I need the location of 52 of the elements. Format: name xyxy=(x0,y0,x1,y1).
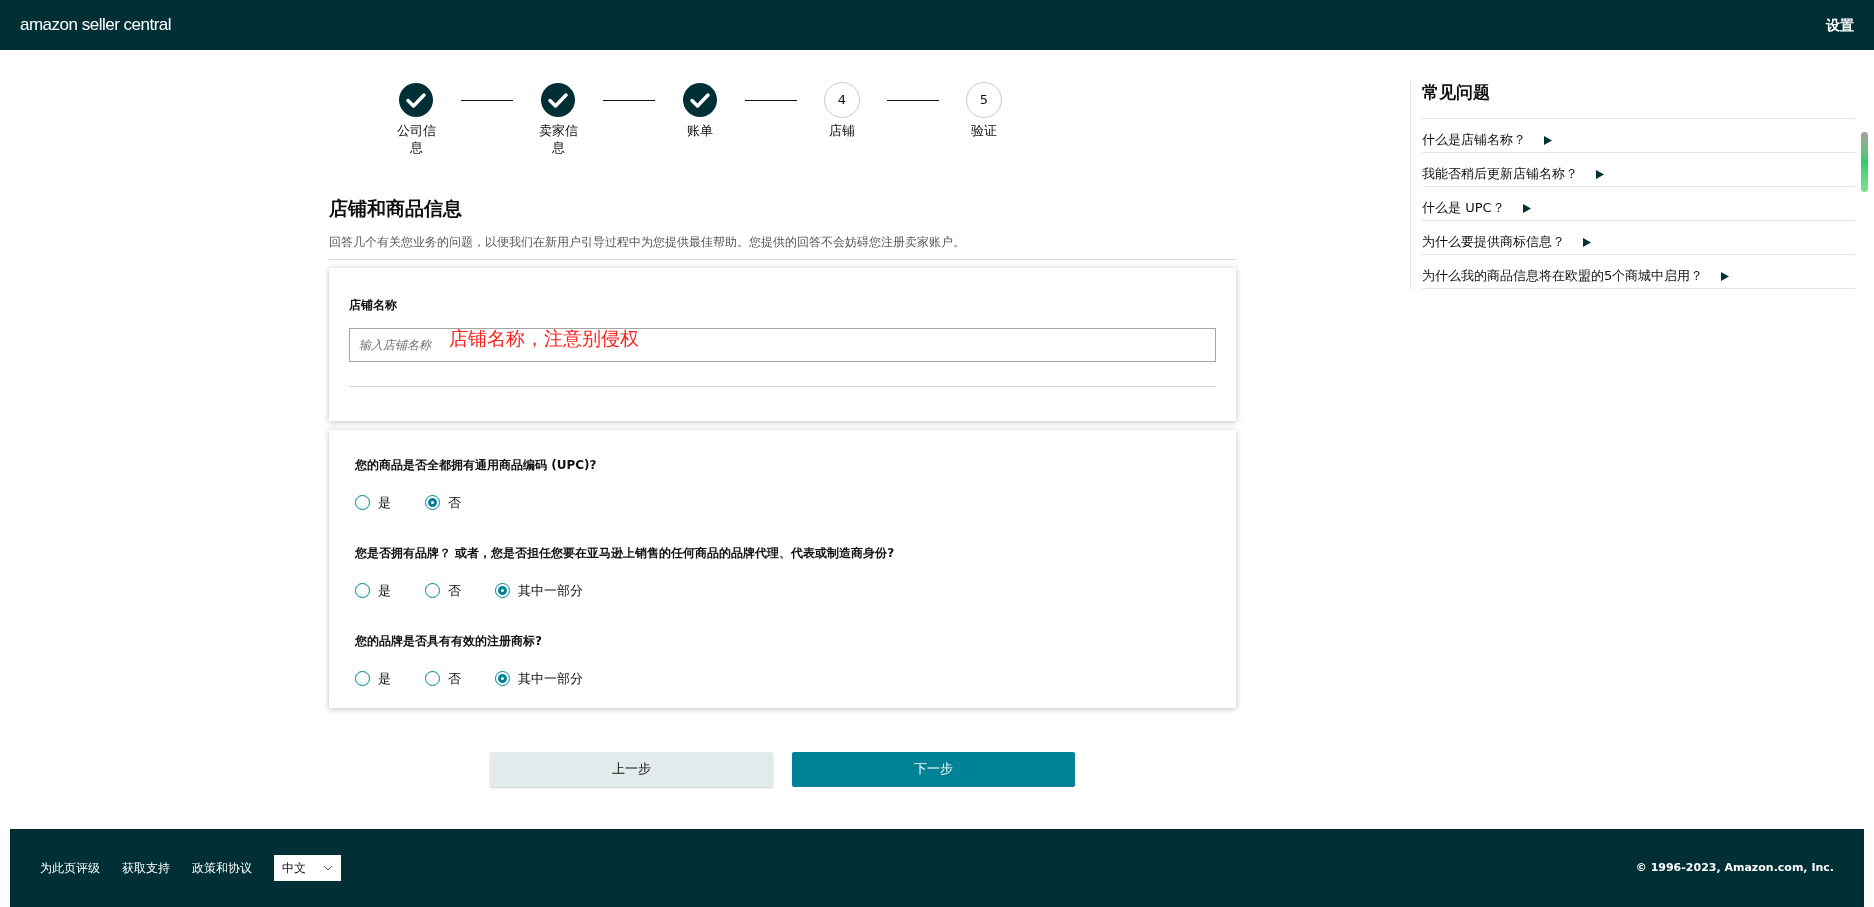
next-button[interactable]: 下一步 xyxy=(792,751,1075,787)
radio-button[interactable] xyxy=(425,583,440,598)
footer-link[interactable]: 为此页评级 xyxy=(40,859,100,877)
faq-item[interactable]: 什么是店铺名称？ xyxy=(1422,118,1855,153)
radio-label: 否 xyxy=(448,669,461,688)
radio-button[interactable] xyxy=(425,671,440,686)
scrollbar xyxy=(1861,132,1868,192)
step-label: 验证 xyxy=(970,122,998,139)
radio-button[interactable] xyxy=(495,583,510,598)
radio-button[interactable] xyxy=(355,583,370,598)
back-button[interactable]: 上一步 xyxy=(490,751,773,787)
logo[interactable]: amazon seller central xyxy=(20,15,172,35)
settings-link[interactable]: 设置 xyxy=(1826,14,1854,36)
field-label: 店铺名称 xyxy=(349,296,398,314)
radio-label: 其中一部分 xyxy=(518,581,583,600)
annotation-text: 店铺名称，注意别侵权 xyxy=(449,325,639,351)
footer-link[interactable]: 政策和协议 xyxy=(192,859,252,877)
question-text: 您是否拥有品牌？ 或者，您是否担任您要在亚马逊上销售的任何商品的品牌代理、代表或制造商身份? xyxy=(355,544,896,562)
faq-question: 什么是店铺名称？ xyxy=(1422,131,1526,149)
radio-label: 其中一部分 xyxy=(518,669,583,688)
radio-label: 是 xyxy=(378,669,391,688)
radio-button[interactable] xyxy=(495,671,510,686)
faq-item[interactable]: 我能否稍后更新店铺名称？ xyxy=(1422,152,1855,187)
step-label: 卖家信息 xyxy=(537,122,579,156)
radio-button[interactable] xyxy=(355,671,370,686)
faq-question: 为什么我的商品信息将在欧盟的5个商城中启用？ xyxy=(1422,267,1704,285)
faq-question: 为什么要提供商标信息？ xyxy=(1422,233,1565,251)
faq-question: 我能否稍后更新店铺名称？ xyxy=(1422,165,1578,183)
chevron-down-icon xyxy=(323,865,333,871)
faq-item[interactable]: 什么是 UPC？ xyxy=(1422,186,1855,221)
step-label: 公司信息 xyxy=(395,122,437,156)
step-number: 4 xyxy=(824,82,860,118)
step-label: 账单 xyxy=(686,122,714,139)
step-number: 5 xyxy=(966,82,1002,118)
language-select[interactable]: 中文 xyxy=(274,855,341,881)
footer-link[interactable]: 获取支持 xyxy=(122,859,170,877)
radio-label: 是 xyxy=(378,493,391,512)
section-title: 店铺和商品信息 xyxy=(329,196,463,221)
radio-button[interactable] xyxy=(355,495,370,510)
faq-item[interactable]: 为什么我的商品信息将在欧盟的5个商城中启用？ xyxy=(1422,254,1855,289)
faq-question: 什么是 UPC？ xyxy=(1422,199,1505,217)
step-label: 店铺 xyxy=(828,122,856,139)
faq-item[interactable]: 为什么要提供商标信息？ xyxy=(1422,220,1855,255)
question-text: 您的商品是否全都拥有通用商品编码 (UPC)? xyxy=(355,456,598,474)
copyright-text: © 1996-2023, Amazon.com, Inc. xyxy=(1635,859,1834,876)
radio-button[interactable] xyxy=(425,495,440,510)
question-text: 您的品牌是否具有有效的注册商标? xyxy=(355,632,543,650)
radio-label: 否 xyxy=(448,493,461,512)
radio-label: 是 xyxy=(378,581,391,600)
radio-label: 否 xyxy=(448,581,461,600)
faq-title: 常见问题 xyxy=(1422,80,1855,119)
section-subtitle: 回答几个有关您业务的问题，以便我们在新用户引导过程中为您提供最佳帮助。您提供的回答不会妨碍您注册卖家账户。 xyxy=(329,233,966,251)
